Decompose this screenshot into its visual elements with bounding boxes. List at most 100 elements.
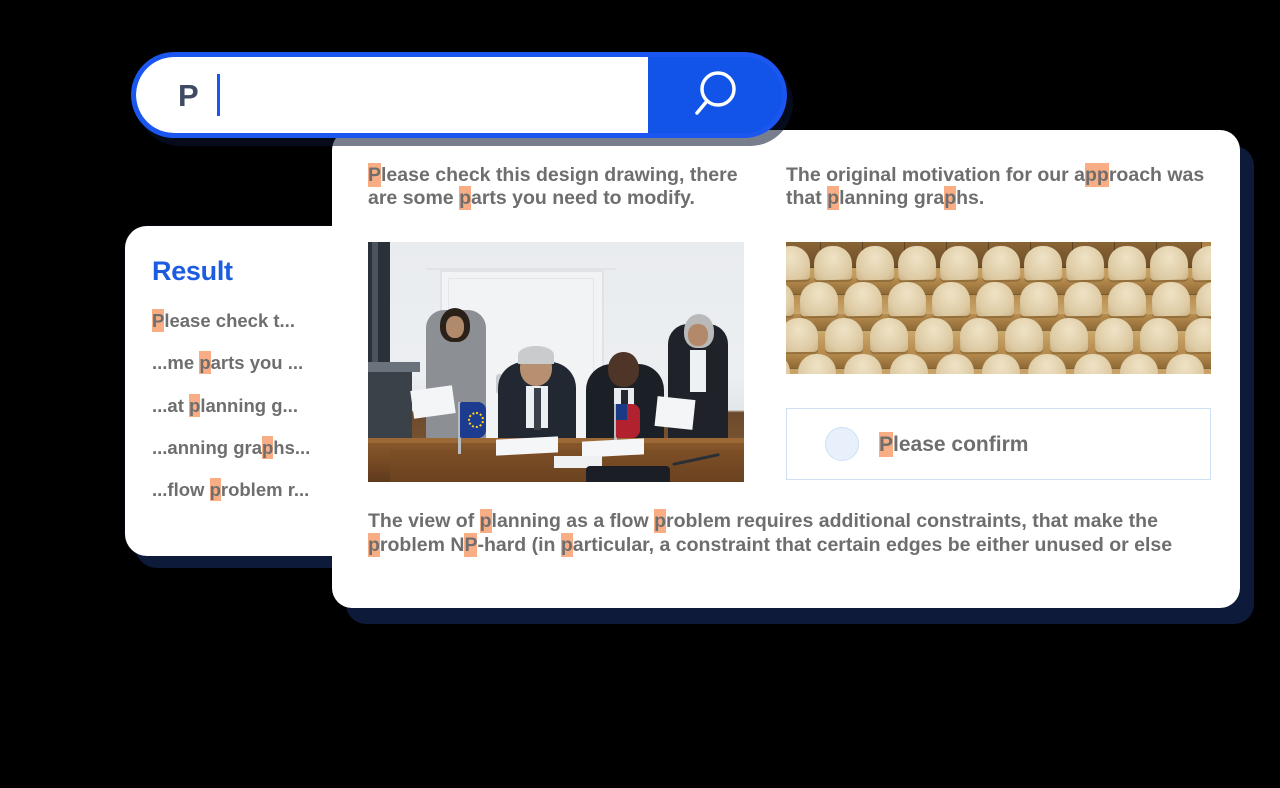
photo-seated-left-tie [534, 388, 541, 430]
auditorium-seat [914, 317, 954, 353]
left-column-blurb: Please check this design drawing, there … [368, 163, 746, 210]
highlighted-term: p [209, 478, 221, 502]
photo-person-left-face [446, 316, 464, 338]
photo-us-flag-canton [616, 404, 627, 420]
auditorium-seat [786, 317, 819, 353]
text-run: hs... [273, 437, 311, 459]
auditorium-seat [897, 245, 937, 281]
auditorium-seat [1004, 317, 1044, 353]
photo-tablet [586, 466, 670, 482]
confirm-label: Please confirm [879, 431, 1029, 457]
search-button[interactable] [648, 57, 782, 133]
photo-standing-right-face [688, 324, 708, 346]
highlighted-term: P [464, 532, 478, 557]
auditorium-seat [855, 245, 895, 281]
auditorium-seat [939, 245, 979, 281]
photo-document-left [496, 436, 558, 456]
auditorium-seat [959, 317, 999, 353]
auditorium-seat [1065, 245, 1105, 281]
text-run: roblem N [379, 533, 465, 556]
text-run: lanning g... [200, 394, 298, 416]
auditorium-seat [824, 317, 864, 353]
auditorium-seat [975, 281, 1015, 317]
text-run: lanning gra [839, 187, 945, 209]
highlighted-term: p [560, 532, 573, 557]
text-run: roblem r... [220, 479, 310, 501]
photo-standing-right-shirt [690, 350, 706, 392]
photo-eu-flag-stars [468, 412, 484, 428]
text-run: articular, a constraint that certain edg… [572, 533, 1173, 556]
auditorium-seat-rows [786, 242, 1211, 374]
highlighted-term: p [944, 186, 957, 210]
text-run: hs. [956, 187, 985, 209]
highlighted-term: p [459, 186, 471, 210]
screenshot-stage: Result Please check t... ...me parts you … [0, 0, 1280, 788]
content-columns: Please check this design drawing, there … [368, 163, 1211, 482]
meeting-room-photo [368, 242, 744, 482]
photo-paper-right [654, 396, 696, 430]
highlighted-term: P [879, 431, 894, 457]
auditorium-seat [931, 281, 971, 317]
text-run: The original motivation for our a [786, 164, 1086, 186]
auditorium-seat [1184, 317, 1211, 353]
highlighted-term: pp [1085, 163, 1109, 187]
search-bar[interactable]: P [131, 52, 787, 138]
auditorium-seat [1107, 281, 1147, 317]
highlighted-term: p [479, 509, 492, 533]
text-run: ...me [152, 352, 200, 374]
text-run: roblem requires additional constraints, … [665, 510, 1158, 532]
highlighted-term: p [654, 509, 666, 533]
text-caret [217, 74, 221, 116]
auditorium-seat [869, 317, 909, 353]
auditorium-seat [1094, 317, 1134, 353]
text-run: lease confirm [893, 432, 1029, 456]
search-input-value: P [178, 77, 200, 113]
right-column-blurb: The original motivation for our approach… [786, 163, 1212, 210]
auditorium-seats-photo [786, 242, 1211, 374]
highlighted-term: p [368, 532, 380, 557]
right-column: The original motivation for our approach… [786, 163, 1212, 482]
auditorium-seat [981, 245, 1021, 281]
confirm-prompt-box[interactable]: Please confirm [786, 408, 1211, 480]
text-run: lease check t... [164, 310, 295, 331]
auditorium-seat [843, 281, 883, 317]
auditorium-seat [1063, 281, 1103, 317]
photo-seated-left-hair [518, 346, 554, 364]
auditorium-seat [1149, 245, 1189, 281]
auditorium-seat [1139, 317, 1179, 353]
auditorium-seat [1019, 281, 1059, 317]
auditorium-seat [1107, 245, 1147, 281]
content-card: Please check this design drawing, there … [332, 130, 1240, 608]
photo-seated-right-head [608, 352, 639, 387]
text-run: arts you need to modify. [470, 187, 695, 209]
confirm-radio-button[interactable] [825, 427, 859, 461]
auditorium-seat [887, 281, 927, 317]
photo-document-right [582, 438, 644, 458]
bottom-paragraph: The view of planning as a flow problem r… [368, 509, 1204, 558]
highlighted-term: P [152, 309, 165, 332]
highlighted-term: P [368, 163, 382, 187]
auditorium-seat [799, 281, 839, 317]
auditorium-seat [1049, 317, 1089, 353]
highlighted-term: p [199, 351, 211, 375]
search-icon [685, 65, 745, 125]
text-run: The view of [368, 510, 480, 532]
auditorium-seat [1023, 245, 1063, 281]
photo-podium-top [368, 362, 420, 372]
text-run: ...anning gra [152, 437, 262, 459]
auditorium-seat [1151, 281, 1191, 317]
text-run: arts you ... [210, 352, 304, 374]
auditorium-seat [813, 245, 853, 281]
photo-ceiling-panel [426, 242, 616, 270]
text-run: ...at [152, 394, 190, 416]
search-input[interactable]: P [136, 57, 648, 133]
photo-paper-left [410, 385, 456, 419]
text-run: lanning as a flow [491, 510, 655, 532]
left-column: Please check this design drawing, there … [368, 163, 746, 482]
highlighted-term: p [189, 393, 201, 417]
text-run: -hard (in [477, 533, 561, 556]
text-run: ...flow [152, 479, 210, 501]
highlighted-term: p [827, 186, 840, 210]
highlighted-term: p [261, 436, 274, 460]
content-card-body: Please check this design drawing, there … [332, 130, 1240, 608]
